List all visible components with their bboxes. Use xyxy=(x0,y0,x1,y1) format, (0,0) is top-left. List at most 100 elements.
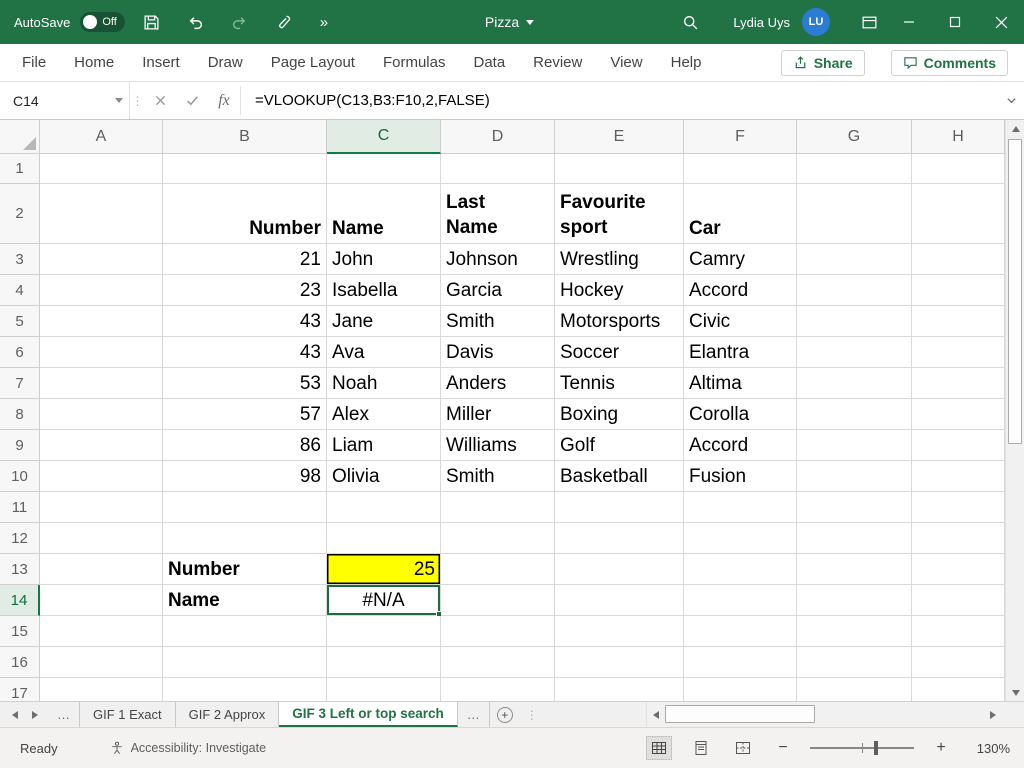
cell-D15[interactable] xyxy=(441,616,555,647)
hidden-sheets-left[interactable]: … xyxy=(48,702,80,727)
cell-D12[interactable] xyxy=(441,523,555,554)
cell-D3[interactable]: Johnson xyxy=(441,244,555,275)
pin-icon[interactable] xyxy=(267,5,301,39)
cell-A3[interactable] xyxy=(40,244,163,275)
minimize-button[interactable] xyxy=(886,0,932,44)
tab-view[interactable]: View xyxy=(596,44,656,81)
cell-C9[interactable]: Liam xyxy=(327,430,441,461)
cell-F1[interactable] xyxy=(684,154,797,184)
cell-B16[interactable] xyxy=(163,647,327,678)
cell-F4[interactable]: Accord xyxy=(684,275,797,306)
column-header-B[interactable]: B xyxy=(163,120,327,154)
tab-home[interactable]: Home xyxy=(60,44,128,81)
cell-E11[interactable] xyxy=(555,492,684,523)
redo-button[interactable] xyxy=(223,5,257,39)
cell-C7[interactable]: Noah xyxy=(327,368,441,399)
cell-F8[interactable]: Corolla xyxy=(684,399,797,430)
column-header-C[interactable]: C xyxy=(327,120,441,154)
tab-file[interactable]: File xyxy=(8,44,60,81)
formula-input[interactable]: =VLOOKUP(C13,B3:F10,2,FALSE) xyxy=(241,82,998,119)
cell-G16[interactable] xyxy=(797,647,912,678)
cell-E16[interactable] xyxy=(555,647,684,678)
cell-D8[interactable]: Miller xyxy=(441,399,555,430)
cell-B12[interactable] xyxy=(163,523,327,554)
cell-A10[interactable] xyxy=(40,461,163,492)
cell-F12[interactable] xyxy=(684,523,797,554)
cell-D6[interactable]: Davis xyxy=(441,337,555,368)
insert-function-button[interactable]: fx xyxy=(208,82,240,119)
expand-formula-bar-button[interactable] xyxy=(998,82,1024,119)
cell-B9[interactable]: 86 xyxy=(163,430,327,461)
cell-H4[interactable] xyxy=(912,275,1005,306)
cell-A14[interactable] xyxy=(40,585,163,616)
cell-G9[interactable] xyxy=(797,430,912,461)
cell-C8[interactable]: Alex xyxy=(327,399,441,430)
accessibility-checker[interactable]: Accessibility: Investigate xyxy=(110,741,266,755)
cell-F14[interactable] xyxy=(684,585,797,616)
cell-C5[interactable]: Jane xyxy=(327,306,441,337)
page-break-preview-button[interactable] xyxy=(730,736,756,760)
tab-insert[interactable]: Insert xyxy=(128,44,194,81)
cell-C17[interactable] xyxy=(327,678,441,701)
cell-D7[interactable]: Anders xyxy=(441,368,555,399)
cell-C16[interactable] xyxy=(327,647,441,678)
cell-F6[interactable]: Elantra xyxy=(684,337,797,368)
cell-H12[interactable] xyxy=(912,523,1005,554)
vertical-scrollbar[interactable] xyxy=(1005,120,1024,701)
cell-E12[interactable] xyxy=(555,523,684,554)
row-header-14[interactable]: 14 xyxy=(0,585,40,616)
cell-H16[interactable] xyxy=(912,647,1005,678)
cell-D4[interactable]: Garcia xyxy=(441,275,555,306)
tab-page-layout[interactable]: Page Layout xyxy=(257,44,369,81)
cell-E10[interactable]: Basketball xyxy=(555,461,684,492)
row-header-10[interactable]: 10 xyxy=(0,461,40,492)
horizontal-scroll-thumb[interactable] xyxy=(665,705,815,723)
prev-sheet-button[interactable] xyxy=(12,711,18,719)
row-header-17[interactable]: 17 xyxy=(0,678,40,701)
cell-E15[interactable] xyxy=(555,616,684,647)
cell-H10[interactable] xyxy=(912,461,1005,492)
row-header-15[interactable]: 15 xyxy=(0,616,40,647)
formula-bar-grip[interactable]: ⋮ xyxy=(130,82,144,119)
vertical-scroll-thumb[interactable] xyxy=(1008,139,1022,444)
column-header-E[interactable]: E xyxy=(555,120,684,154)
cell-E7[interactable]: Tennis xyxy=(555,368,684,399)
name-box-dropdown[interactable] xyxy=(108,82,130,119)
cell-F5[interactable]: Civic xyxy=(684,306,797,337)
cell-C10[interactable]: Olivia xyxy=(327,461,441,492)
share-button[interactable]: Share xyxy=(781,50,865,76)
tab-review[interactable]: Review xyxy=(519,44,596,81)
cell-A2[interactable] xyxy=(40,184,163,244)
cell-F13[interactable] xyxy=(684,554,797,585)
cell-A5[interactable] xyxy=(40,306,163,337)
cell-E2[interactable]: Favourite sport xyxy=(555,184,684,244)
cell-E3[interactable]: Wrestling xyxy=(555,244,684,275)
cell-A13[interactable] xyxy=(40,554,163,585)
cell-A11[interactable] xyxy=(40,492,163,523)
cell-H8[interactable] xyxy=(912,399,1005,430)
cell-B14[interactable]: Name xyxy=(163,585,327,616)
scroll-down-button[interactable] xyxy=(1006,684,1024,701)
cell-G6[interactable] xyxy=(797,337,912,368)
cell-E6[interactable]: Soccer xyxy=(555,337,684,368)
cell-H17[interactable] xyxy=(912,678,1005,701)
cell-E17[interactable] xyxy=(555,678,684,701)
column-header-G[interactable]: G xyxy=(797,120,912,154)
cell-D1[interactable] xyxy=(441,154,555,184)
cell-E4[interactable]: Hockey xyxy=(555,275,684,306)
cell-F15[interactable] xyxy=(684,616,797,647)
cell-B8[interactable]: 57 xyxy=(163,399,327,430)
cell-B11[interactable] xyxy=(163,492,327,523)
cell-A7[interactable] xyxy=(40,368,163,399)
cell-D16[interactable] xyxy=(441,647,555,678)
name-box[interactable]: C14 xyxy=(0,82,108,119)
cell-C1[interactable] xyxy=(327,154,441,184)
tab-bar-grip[interactable]: ⋮ xyxy=(520,702,544,727)
cell-B13[interactable]: Number xyxy=(163,554,327,585)
cell-D14[interactable] xyxy=(441,585,555,616)
cell-G3[interactable] xyxy=(797,244,912,275)
scroll-up-button[interactable] xyxy=(1006,120,1024,137)
user-name[interactable]: Lydia Uys xyxy=(733,15,790,30)
next-sheet-button[interactable] xyxy=(32,711,38,719)
cell-C3[interactable]: John xyxy=(327,244,441,275)
